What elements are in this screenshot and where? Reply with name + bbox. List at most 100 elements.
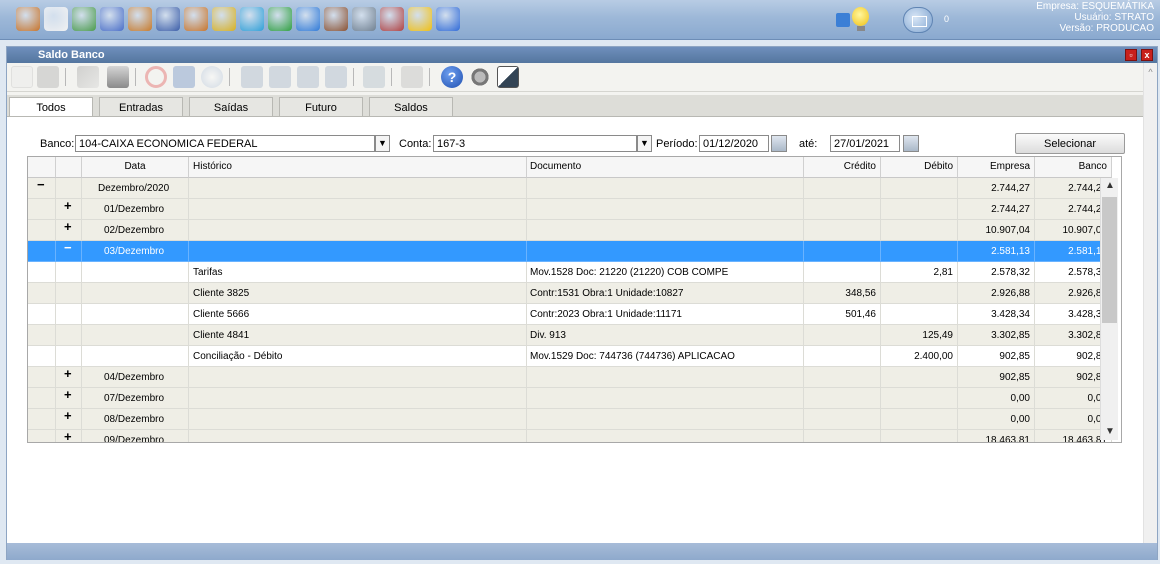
help-icon[interactable] <box>436 7 460 31</box>
camera-icon[interactable] <box>401 66 423 88</box>
day-row[interactable]: −03/Dezembro 2.581,13 2.581,13 <box>28 241 1112 262</box>
transaction-row[interactable]: Cliente 5666 Contr:2023 Obra:1 Unidade:11… <box>28 304 1112 325</box>
cell-credito <box>804 199 881 220</box>
bar-chart-icon[interactable] <box>268 7 292 31</box>
previous-record-icon[interactable] <box>269 66 291 88</box>
conta-dropdown-arrow-icon[interactable]: ▼ <box>637 135 652 152</box>
day-row[interactable]: +04/Dezembro 902,85 902,85 <box>28 367 1112 388</box>
transaction-row[interactable]: Cliente 4841 Div. 913 125,49 3.302,85 3.302,… <box>28 325 1112 346</box>
window-scrollbar[interactable]: ^ <box>1143 63 1157 543</box>
notification-bulb-icon[interactable] <box>836 7 876 33</box>
cell-documento: Contr:2023 Obra:1 Unidade:11171 <box>527 304 804 325</box>
search-icon[interactable] <box>201 66 223 88</box>
cell-documento: Contr:1531 Obra:1 Unidade:10827 <box>527 283 804 304</box>
tab-todos[interactable]: Todos <box>9 97 93 118</box>
expand-icon[interactable]: + <box>64 430 72 442</box>
cancel-icon[interactable] <box>145 66 167 88</box>
cell-empresa: 0,00 <box>958 409 1035 430</box>
transaction-row[interactable]: Cliente 3825 Contr:1531 Obra:1 Unidade:10… <box>28 283 1112 304</box>
help-icon[interactable]: ? <box>441 66 463 88</box>
banco-dropdown-arrow-icon[interactable]: ▼ <box>375 135 390 152</box>
print-icon[interactable] <box>107 66 129 88</box>
tab-futuro[interactable]: Futuro <box>279 97 363 117</box>
session-info: Empresa: ESQUEMÁTIKA Usuário: STRATO Ver… <box>1036 1 1154 34</box>
day-row[interactable]: +07/Dezembro 0,00 0,00 <box>28 388 1112 409</box>
day-row[interactable]: +01/Dezembro 2.744,27 2.744,27 <box>28 199 1112 220</box>
day-row[interactable]: +02/Dezembro 10.907,04 10.907,04 <box>28 220 1112 241</box>
day-row[interactable]: +09/Dezembro 18.463,81 18.463,81 <box>28 430 1112 442</box>
cell-debito: 2.400,00 <box>881 346 958 367</box>
powerbi-icon[interactable] <box>408 7 432 31</box>
tools-icon[interactable] <box>77 66 99 88</box>
pencil-ruler-icon[interactable] <box>240 7 264 31</box>
add-folder-icon[interactable] <box>296 7 320 31</box>
next-record-icon[interactable] <box>297 66 319 88</box>
collapse-icon[interactable]: − <box>64 241 72 255</box>
transaction-row[interactable]: Tarifas Mov.1528 Doc: 21220 (21220) COB C… <box>28 262 1112 283</box>
conta-select[interactable]: 167-3 <box>433 135 637 152</box>
selecionar-button[interactable]: Selecionar <box>1015 133 1125 154</box>
header-empresa[interactable]: Empresa <box>958 157 1035 178</box>
transaction-row[interactable]: Conciliação - Débito Mov.1529 Doc: 744736… <box>28 346 1112 367</box>
group-row[interactable]: − Dezembro/2020 2.744,27 2.744,27 <box>28 178 1112 199</box>
save-icon[interactable] <box>173 66 195 88</box>
header-banco[interactable]: Banco <box>1035 157 1112 178</box>
cell-debito <box>881 430 958 442</box>
last-record-icon[interactable] <box>325 66 347 88</box>
scroll-down-icon[interactable]: ▼ <box>1105 426 1115 437</box>
window-title: Saldo Banco <box>38 49 105 61</box>
grid-vertical-scrollbar[interactable]: ▲ ▼ <box>1100 178 1118 440</box>
clipboard-icon[interactable] <box>44 7 68 31</box>
coins-icon[interactable] <box>212 7 236 31</box>
expand-icon[interactable]: + <box>64 409 72 423</box>
header-documento[interactable]: Documento <box>527 157 804 178</box>
scroll-up-icon[interactable]: ▲ <box>1105 180 1115 191</box>
trash-icon[interactable] <box>37 66 59 88</box>
maximize-button[interactable]: ▫ <box>1125 49 1137 61</box>
calendar-end-icon[interactable] <box>903 135 919 152</box>
scroll-thumb[interactable] <box>1102 197 1117 323</box>
settings-gear-icon[interactable] <box>469 66 491 88</box>
cell-data: 07/Dezembro <box>82 388 189 409</box>
periodo-end-input[interactable]: 27/01/2021 <box>830 135 900 152</box>
first-record-icon[interactable] <box>241 66 263 88</box>
saldo-banco-window: Saldo Banco ▫ x ? Todos Entradas Saídas … <box>6 46 1158 560</box>
expand-icon[interactable]: + <box>64 367 72 381</box>
satellite-icon[interactable] <box>352 7 376 31</box>
new-document-icon[interactable] <box>11 66 33 88</box>
tab-saidas[interactable]: Saídas <box>189 97 273 117</box>
contact-card-icon[interactable] <box>72 7 96 31</box>
expand-icon[interactable]: + <box>64 199 72 213</box>
banco-select[interactable]: 104-CAIXA ECONOMICA FEDERAL <box>75 135 375 152</box>
money-user-icon[interactable] <box>128 7 152 31</box>
calendar-start-icon[interactable] <box>771 135 787 152</box>
header-historico[interactable]: Histórico <box>189 157 527 178</box>
toggle-cell: + <box>56 388 82 409</box>
user-settings-icon[interactable] <box>184 7 208 31</box>
cell-debito <box>881 367 958 388</box>
report-icon[interactable] <box>380 7 404 31</box>
tab-entradas[interactable]: Entradas <box>99 97 183 117</box>
expand-icon[interactable]: + <box>64 220 72 234</box>
day-row[interactable]: +08/Dezembro 0,00 0,00 <box>28 409 1112 430</box>
report-icon[interactable] <box>363 66 385 88</box>
periodo-start-input[interactable]: 01/12/2020 <box>699 135 769 152</box>
tools-icon[interactable] <box>100 7 124 31</box>
edit-document-icon[interactable] <box>497 66 519 88</box>
cell-empresa: 18.463,81 <box>958 430 1035 442</box>
expand-icon[interactable]: + <box>64 388 72 402</box>
group-icon[interactable] <box>324 7 348 31</box>
collapse-icon[interactable]: − <box>37 178 45 192</box>
id-card-icon[interactable] <box>156 7 180 31</box>
header-debito[interactable]: Débito <box>881 157 958 178</box>
header-data[interactable]: Data <box>82 157 189 178</box>
messages-icon[interactable] <box>903 7 933 33</box>
tab-saldos[interactable]: Saldos <box>369 97 453 117</box>
close-button[interactable]: x <box>1141 49 1153 61</box>
header-toggle-col <box>28 157 56 178</box>
header-credito[interactable]: Crédito <box>804 157 881 178</box>
cell-data: 04/Dezembro <box>82 367 189 388</box>
toggle-cell <box>28 241 56 262</box>
user-icon[interactable] <box>16 7 40 31</box>
window-scroll-up-icon[interactable]: ^ <box>1144 67 1157 77</box>
